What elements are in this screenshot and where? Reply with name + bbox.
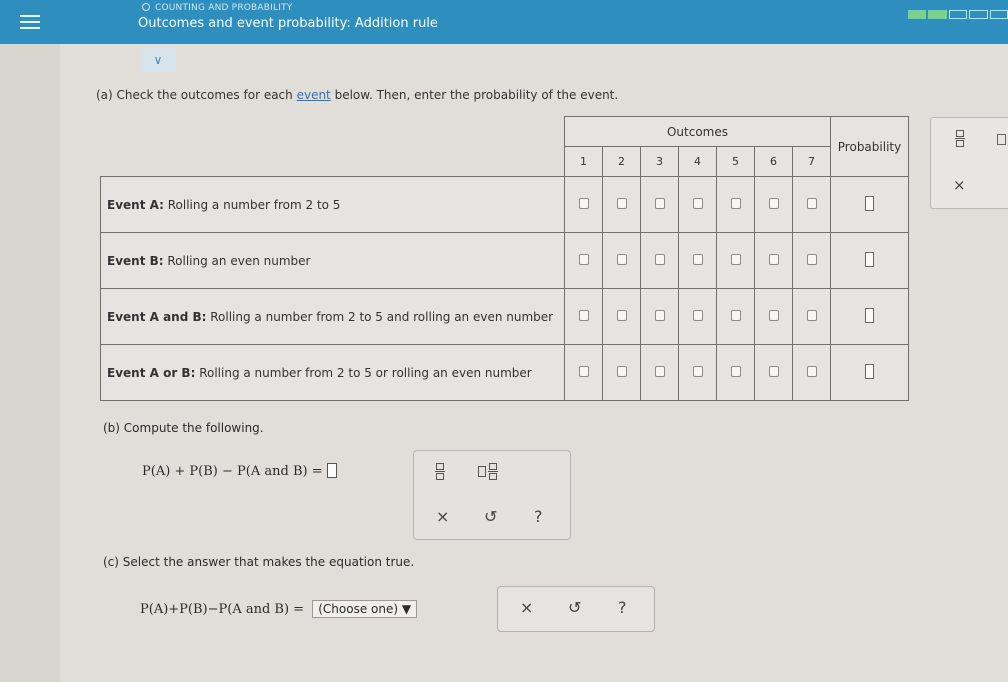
- equation-c: P(A)+P(B)−P(A and B) = (Choose one) ▼: [140, 600, 418, 618]
- outcome-checkbox[interactable]: [692, 365, 703, 377]
- part-c-label: (c) Select the answer that makes the equ…: [103, 555, 415, 569]
- outcome-checkbox[interactable]: [806, 365, 817, 377]
- outcomes-table: Outcomes Probability 1 2 3 4 5 6 7 Event…: [100, 116, 909, 401]
- undo-icon[interactable]: ↺: [484, 507, 497, 526]
- outcome-checkbox[interactable]: [730, 253, 741, 265]
- expand-button[interactable]: ∨: [140, 48, 176, 72]
- help-icon[interactable]: ?: [534, 507, 543, 526]
- square-icon[interactable]: [997, 134, 1006, 145]
- part-a-instructions: (a) Check the outcomes for each event be…: [96, 88, 619, 102]
- math-palette-a: ×: [930, 117, 1008, 209]
- outcome-checkbox[interactable]: [578, 309, 589, 321]
- table-row-event-b: Event B: Rolling an even number: [100, 232, 909, 289]
- probability-input[interactable]: [865, 195, 874, 211]
- outcome-label: 1: [564, 146, 603, 177]
- event-description: Event B: Rolling an even number: [100, 232, 565, 289]
- outcome-checkbox[interactable]: [616, 309, 627, 321]
- circle-icon: [142, 3, 150, 11]
- outcome-checkbox[interactable]: [654, 365, 665, 377]
- probability-input[interactable]: [865, 363, 874, 379]
- outcome-checkbox[interactable]: [730, 197, 741, 209]
- table-row-event-a: Event A: Rolling a number from 2 to 5: [100, 176, 909, 233]
- outcome-checkbox[interactable]: [692, 309, 703, 321]
- mixed-number-icon[interactable]: [478, 463, 498, 480]
- equation-b: P(A) + P(B) − P(A and B) =: [142, 463, 337, 479]
- outcome-checkbox[interactable]: [578, 197, 589, 209]
- probability-input[interactable]: [865, 251, 874, 267]
- probability-header: Probability: [830, 116, 909, 177]
- outcome-checkbox[interactable]: [654, 309, 665, 321]
- outcome-checkbox[interactable]: [692, 253, 703, 265]
- outcome-checkbox[interactable]: [616, 365, 627, 377]
- clear-icon[interactable]: ×: [520, 598, 533, 617]
- event-description: Event A and B: Rolling a number from 2 t…: [100, 288, 565, 345]
- outcome-label: 4: [678, 146, 717, 177]
- part-b-label: (b) Compute the following.: [103, 421, 264, 435]
- clear-icon[interactable]: ×: [436, 507, 449, 526]
- event-description: Event A or B: Rolling a number from 2 to…: [100, 344, 565, 401]
- event-link[interactable]: event: [297, 88, 331, 102]
- outcome-label: 2: [602, 146, 641, 177]
- table-row-event-a-and-b: Event A and B: Rolling a number from 2 t…: [100, 288, 909, 345]
- outcome-checkbox[interactable]: [654, 197, 665, 209]
- probability-input[interactable]: [865, 307, 874, 323]
- math-tools-c: × ↺ ?: [497, 586, 655, 632]
- page-title: Outcomes and event probability: Addition…: [138, 16, 438, 31]
- outcome-checkbox[interactable]: [768, 197, 779, 209]
- outcome-label: 3: [640, 146, 679, 177]
- outcome-checkbox[interactable]: [578, 253, 589, 265]
- outcome-checkbox[interactable]: [692, 197, 703, 209]
- answer-input-b[interactable]: [326, 463, 337, 478]
- close-icon[interactable]: ×: [953, 176, 966, 194]
- header-bar: COUNTING AND PROBABILITY Outcomes and ev…: [60, 0, 1008, 44]
- outcome-checkbox[interactable]: [806, 309, 817, 321]
- outcome-label: 6: [754, 146, 793, 177]
- outcome-checkbox[interactable]: [616, 197, 627, 209]
- outcome-checkbox[interactable]: [768, 253, 779, 265]
- undo-icon[interactable]: ↺: [568, 598, 581, 617]
- fraction-icon[interactable]: [435, 463, 445, 480]
- topic-category: COUNTING AND PROBABILITY: [142, 3, 292, 13]
- outcome-checkbox[interactable]: [730, 365, 741, 377]
- math-tools-b: × ↺ ?: [413, 450, 571, 540]
- outcome-checkbox[interactable]: [768, 365, 779, 377]
- outcomes-header: Outcomes: [564, 116, 831, 147]
- help-icon[interactable]: ?: [618, 598, 627, 617]
- outcome-checkbox[interactable]: [730, 309, 741, 321]
- outcome-label: 7: [792, 146, 831, 177]
- fraction-icon[interactable]: [955, 130, 965, 147]
- outcome-checkbox[interactable]: [578, 365, 589, 377]
- table-row-event-a-or-b: Event A or B: Rolling a number from 2 to…: [100, 344, 909, 401]
- outcome-checkbox[interactable]: [806, 197, 817, 209]
- outcome-checkbox[interactable]: [654, 253, 665, 265]
- chevron-down-icon: ∨: [153, 53, 163, 67]
- outcome-checkbox[interactable]: [768, 309, 779, 321]
- event-description: Event A: Rolling a number from 2 to 5: [100, 176, 565, 233]
- answer-dropdown[interactable]: (Choose one) ▼: [312, 600, 418, 618]
- outcome-checkbox[interactable]: [616, 253, 627, 265]
- hamburger-icon: [20, 15, 40, 29]
- outcome-label: 5: [716, 146, 755, 177]
- outcome-checkbox[interactable]: [806, 253, 817, 265]
- menu-button[interactable]: [0, 0, 60, 44]
- progress-bar: [908, 10, 1008, 19]
